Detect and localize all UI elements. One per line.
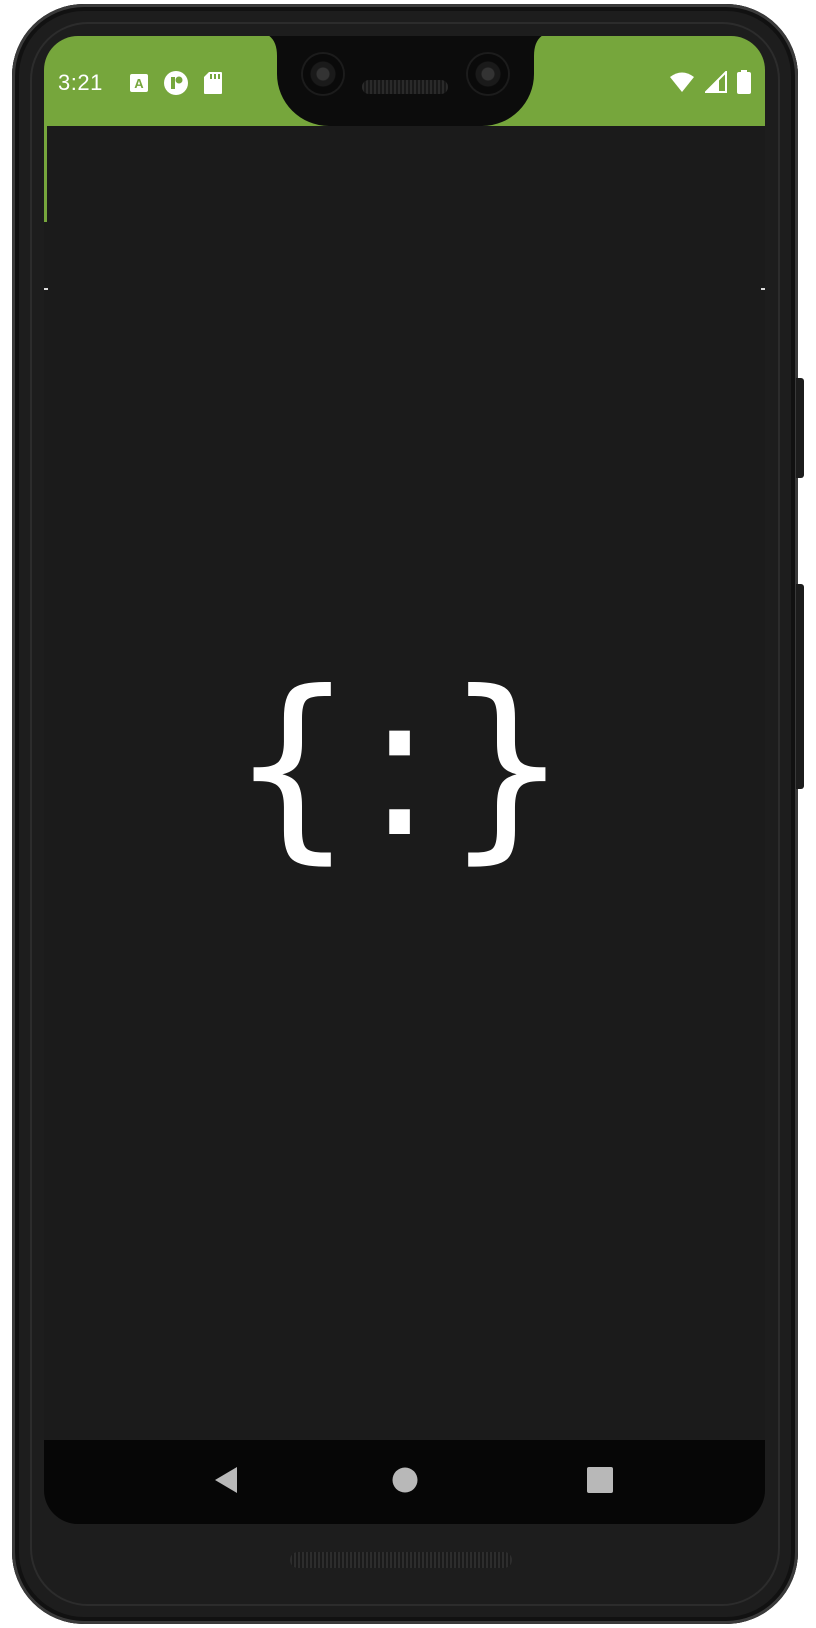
back-icon [213, 1466, 239, 1499]
divider-tick-right [761, 288, 765, 290]
sd-card-icon [203, 71, 223, 100]
accent-edge [44, 126, 47, 222]
phone-screen: 3:21 A {:} [44, 36, 765, 1524]
app-logo: {:} [228, 649, 581, 882]
bottom-speaker-grille [290, 1552, 512, 1568]
navigation-bar [44, 1440, 765, 1524]
front-camera-left [303, 54, 343, 94]
status-system-icons [669, 69, 751, 99]
volume-button [796, 584, 804, 789]
status-notification-icons: A [129, 70, 223, 101]
display-notch [277, 36, 534, 126]
cellular-signal-icon [703, 69, 727, 98]
back-button[interactable] [206, 1462, 246, 1502]
front-camera-right [468, 54, 508, 94]
earpiece-speaker [362, 80, 448, 94]
home-button[interactable] [385, 1462, 425, 1502]
recents-icon [586, 1466, 614, 1499]
vpn-key-icon [163, 70, 189, 101]
phone-device-frame: 3:21 A {:} [12, 4, 804, 1624]
power-button [796, 378, 804, 478]
app-content-area: {:} [44, 126, 765, 1472]
divider-tick-left [44, 288, 48, 290]
home-icon [391, 1466, 419, 1499]
accessibility-a-icon: A [129, 73, 149, 98]
recents-button[interactable] [580, 1462, 620, 1502]
svg-text:A: A [134, 76, 144, 91]
wifi-icon [669, 71, 695, 98]
battery-icon [737, 70, 751, 99]
status-time: 3:21 [58, 70, 103, 95]
